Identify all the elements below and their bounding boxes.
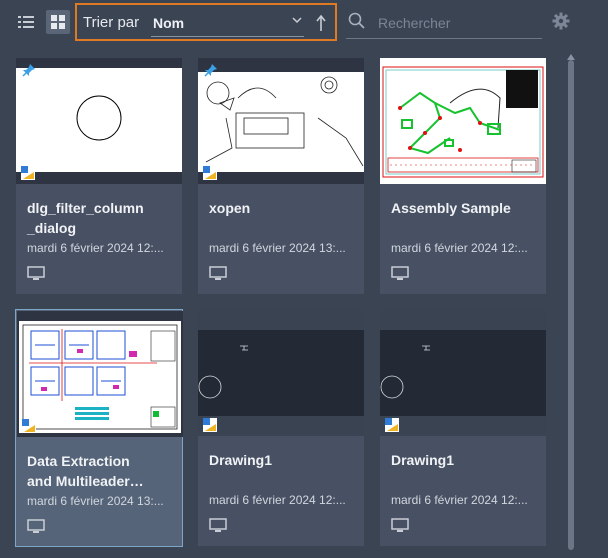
- drawing-date: mardi 6 février 2024 12:...: [391, 241, 528, 255]
- drawing-thumbnail: [17, 311, 183, 437]
- dwg-file-icon: [203, 166, 217, 180]
- dwg-file-icon: [21, 166, 35, 180]
- drawing-date: mardi 6 février 2024 12:...: [27, 241, 164, 255]
- drawing-thumbnail: [198, 310, 364, 436]
- drawing-title: Drawing1: [209, 452, 273, 468]
- sort-dropdown[interactable]: Nom: [151, 9, 304, 37]
- drawing-date: mardi 6 février 2024 12:...: [209, 493, 346, 507]
- search-box: [346, 8, 542, 39]
- drawing-date: mardi 6 février 2024 13:...: [27, 494, 164, 508]
- drawing-thumbnail: [380, 58, 546, 184]
- drawing-title: xopen: [209, 200, 251, 216]
- list-icon: [18, 16, 34, 28]
- drawing-thumbnail: [198, 58, 364, 184]
- dwg-file-icon: [385, 418, 399, 432]
- drawing-date: mardi 6 février 2024 12:...: [391, 493, 528, 507]
- vertical-scrollbar-thumb[interactable]: [568, 60, 574, 550]
- gear-icon: [552, 12, 570, 30]
- drawing-card[interactable]: Drawing1 mardi 6 février 2024 12:...: [198, 310, 364, 546]
- sort-control: Trier par Nom: [75, 3, 337, 41]
- computer-icon: [209, 266, 227, 280]
- drawing-title: dlg_filter_column _dialog: [27, 200, 144, 236]
- computer-icon: [27, 519, 45, 533]
- computer-icon: [27, 266, 45, 280]
- drawing-thumbnail: [380, 310, 546, 436]
- drawing-card[interactable]: Drawing1 mardi 6 février 2024 12:...: [380, 310, 546, 546]
- drawing-card[interactable]: dlg_filter_column _dialog mardi 6 févrie…: [16, 58, 182, 294]
- dwg-file-icon: [22, 419, 36, 433]
- drawing-thumbnail: [16, 58, 182, 184]
- drawing-title: Assembly Sample: [391, 200, 511, 216]
- list-view-button[interactable]: [14, 10, 38, 34]
- arrow-up-icon[interactable]: [315, 14, 327, 32]
- drawing-card[interactable]: xopen mardi 6 février 2024 13:...: [198, 58, 364, 294]
- computer-icon: [391, 518, 409, 532]
- pin-icon: [204, 64, 217, 77]
- dwg-file-icon: [203, 418, 217, 432]
- drawing-card[interactable]: Data Extraction and Multileader… mardi 6…: [15, 309, 183, 547]
- sort-value: Nom: [153, 15, 185, 31]
- settings-button[interactable]: [551, 11, 571, 31]
- search-input[interactable]: [376, 12, 540, 34]
- search-icon: [348, 12, 365, 29]
- chevron-down-icon: [292, 17, 302, 24]
- grid-view-button[interactable]: [46, 10, 70, 34]
- drawing-title: Data Extraction and Multileader…: [27, 453, 144, 489]
- sort-label: Trier par: [83, 14, 140, 31]
- pin-icon: [22, 64, 35, 77]
- grid-icon: [51, 15, 65, 29]
- drawing-date: mardi 6 février 2024 13:...: [209, 241, 346, 255]
- drawing-card[interactable]: Assembly Sample mardi 6 février 2024 12:…: [380, 58, 546, 294]
- toolbar: Trier par Nom: [0, 0, 608, 44]
- computer-icon: [391, 266, 409, 280]
- drawing-title: Drawing1: [391, 452, 455, 468]
- computer-icon: [209, 518, 227, 532]
